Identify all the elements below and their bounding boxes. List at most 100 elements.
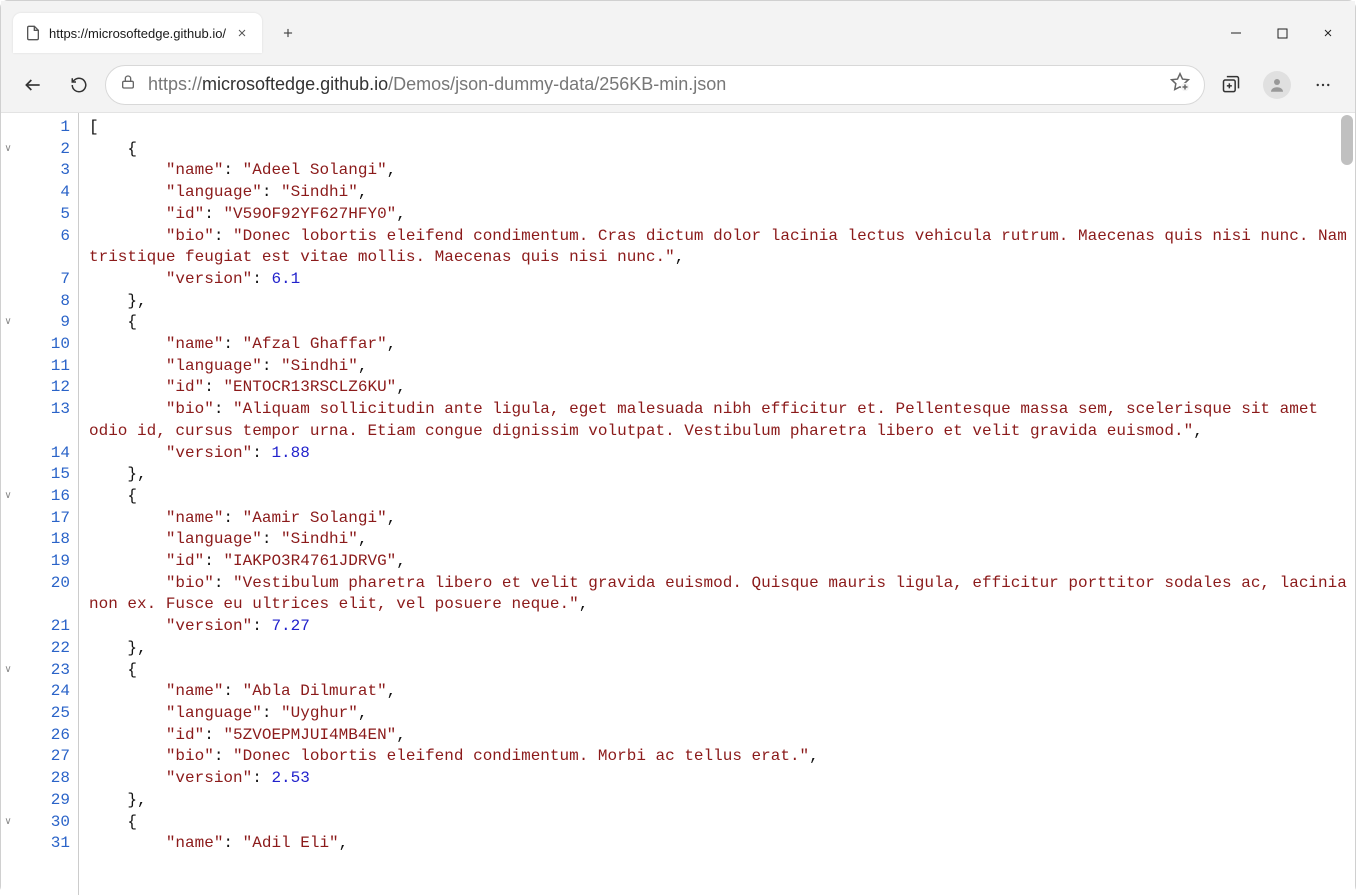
- code-line: "id": "5ZVOEPMJUI4MB4EN",: [89, 725, 1355, 747]
- code-line: },: [89, 464, 1355, 486]
- fold-spacer: [1, 269, 15, 291]
- fold-spacer: [1, 399, 15, 442]
- line-number: 13: [15, 399, 70, 442]
- line-number: 10: [15, 334, 70, 356]
- code-line: },: [89, 291, 1355, 313]
- fold-toggle[interactable]: ∨: [1, 660, 15, 682]
- code-line: "language": "Sindhi",: [89, 529, 1355, 551]
- code-line: "version": 6.1: [89, 269, 1355, 291]
- code-line: "bio": "Donec lobortis eleifend condimen…: [89, 746, 1355, 768]
- scrollbar[interactable]: [1341, 115, 1353, 893]
- line-number: 9: [15, 312, 70, 334]
- code-line: "name": "Abla Dilmurat",: [89, 681, 1355, 703]
- fold-spacer: [1, 768, 15, 790]
- code-line: "name": "Afzal Ghaffar",: [89, 334, 1355, 356]
- tab-title: https://microsoftedge.github.io/: [49, 26, 226, 41]
- line-number: 30: [15, 812, 70, 834]
- code-line: "name": "Aamir Solangi",: [89, 508, 1355, 530]
- line-number: 17: [15, 508, 70, 530]
- close-window-button[interactable]: [1305, 13, 1351, 53]
- fold-toggle[interactable]: ∨: [1, 486, 15, 508]
- code-line: {: [89, 812, 1355, 834]
- line-number: 27: [15, 746, 70, 768]
- fold-spacer: [1, 356, 15, 378]
- fold-spacer: [1, 226, 15, 269]
- code-line: "name": "Adil Eli",: [89, 833, 1355, 855]
- code-line: {: [89, 486, 1355, 508]
- maximize-button[interactable]: [1259, 13, 1305, 53]
- scrollbar-thumb[interactable]: [1341, 115, 1353, 165]
- lock-icon: [120, 74, 136, 95]
- profile-button[interactable]: [1257, 65, 1297, 105]
- code-line: "language": "Uyghur",: [89, 703, 1355, 725]
- code-line: "version": 2.53: [89, 768, 1355, 790]
- line-number: 31: [15, 833, 70, 855]
- fold-spacer: [1, 681, 15, 703]
- new-tab-button[interactable]: [272, 17, 304, 49]
- line-number: 12: [15, 377, 70, 399]
- fold-spacer: [1, 638, 15, 660]
- fold-spacer: [1, 616, 15, 638]
- fold-spacer: [1, 703, 15, 725]
- minimize-button[interactable]: [1213, 13, 1259, 53]
- code-line: "bio": "Vestibulum pharetra libero et ve…: [89, 573, 1355, 616]
- line-number: 19: [15, 551, 70, 573]
- json-content[interactable]: [ { "name": "Adeel Solangi", "language":…: [79, 113, 1355, 895]
- refresh-button[interactable]: [59, 65, 99, 105]
- line-number: 3: [15, 160, 70, 182]
- line-number: 26: [15, 725, 70, 747]
- collections-button[interactable]: [1211, 65, 1251, 105]
- line-number: 11: [15, 356, 70, 378]
- menu-button[interactable]: [1303, 65, 1343, 105]
- fold-toggle[interactable]: ∨: [1, 312, 15, 334]
- fold-spacer: [1, 551, 15, 573]
- address-bar[interactable]: https://microsoftedge.github.io/Demos/js…: [105, 65, 1205, 105]
- line-number: 16: [15, 486, 70, 508]
- fold-spacer: [1, 377, 15, 399]
- json-viewer: ∨∨∨∨∨ 1234567891011121314151617181920212…: [1, 113, 1355, 895]
- fold-spacer: [1, 725, 15, 747]
- code-line: [: [89, 117, 1355, 139]
- line-number: 23: [15, 660, 70, 682]
- code-line: "id": "V59OF92YF627HFY0",: [89, 204, 1355, 226]
- file-icon: [25, 25, 41, 41]
- back-button[interactable]: [13, 65, 53, 105]
- code-line: {: [89, 312, 1355, 334]
- avatar-icon: [1263, 71, 1291, 99]
- fold-spacer: [1, 573, 15, 616]
- code-line: "version": 7.27: [89, 616, 1355, 638]
- code-line: {: [89, 660, 1355, 682]
- line-number: 29: [15, 790, 70, 812]
- line-number: 8: [15, 291, 70, 313]
- line-number-gutter: 1234567891011121314151617181920212223242…: [15, 113, 79, 895]
- code-line: },: [89, 638, 1355, 660]
- fold-toggle[interactable]: ∨: [1, 139, 15, 161]
- fold-spacer: [1, 291, 15, 313]
- browser-tab[interactable]: https://microsoftedge.github.io/: [13, 13, 262, 53]
- fold-spacer: [1, 833, 15, 855]
- code-line: "name": "Adeel Solangi",: [89, 160, 1355, 182]
- code-line: "version": 1.88: [89, 443, 1355, 465]
- code-line: {: [89, 139, 1355, 161]
- fold-spacer: [1, 334, 15, 356]
- line-number: 24: [15, 681, 70, 703]
- code-line: "id": "IAKPO3R4761JDRVG",: [89, 551, 1355, 573]
- code-line: "language": "Sindhi",: [89, 356, 1355, 378]
- code-line: "bio": "Aliquam sollicitudin ante ligula…: [89, 399, 1355, 442]
- fold-spacer: [1, 464, 15, 486]
- url-text: https://microsoftedge.github.io/Demos/js…: [148, 74, 726, 95]
- fold-spacer: [1, 160, 15, 182]
- favorite-icon[interactable]: [1170, 72, 1190, 97]
- line-number: 5: [15, 204, 70, 226]
- fold-gutter: ∨ ∨ ∨ ∨ ∨: [1, 113, 15, 895]
- window-controls: [1213, 13, 1355, 53]
- fold-toggle[interactable]: ∨: [1, 812, 15, 834]
- code-line: "bio": "Donec lobortis eleifend condimen…: [89, 226, 1355, 269]
- line-number: 1: [15, 117, 70, 139]
- line-number: 21: [15, 616, 70, 638]
- code-line: },: [89, 790, 1355, 812]
- line-number: 14: [15, 443, 70, 465]
- code-line: "language": "Sindhi",: [89, 182, 1355, 204]
- close-tab-icon[interactable]: [234, 25, 250, 41]
- line-number: 18: [15, 529, 70, 551]
